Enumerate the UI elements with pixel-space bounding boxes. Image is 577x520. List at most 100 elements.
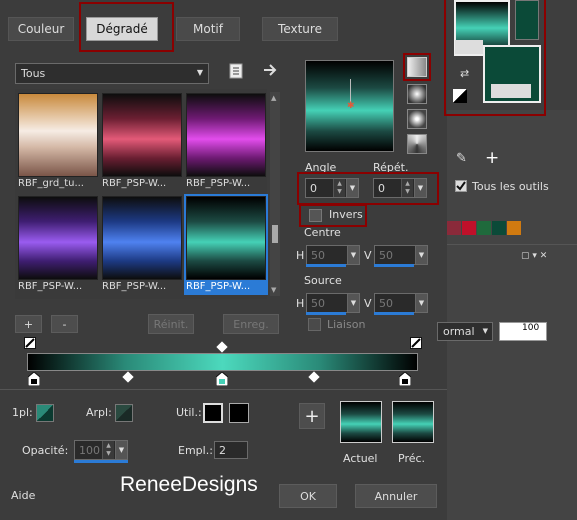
location-label: Empl.: bbox=[178, 444, 213, 457]
gradient-grid: RBF_grd_tu... RBF_PSP-W... RBF_PSP-W... … bbox=[15, 89, 268, 299]
all-tools-checkbox[interactable] bbox=[455, 180, 467, 192]
start-color-swatch[interactable] bbox=[36, 404, 54, 422]
ok-button[interactable]: OK bbox=[279, 484, 337, 508]
plus-icon[interactable]: + bbox=[485, 148, 499, 168]
opacity-value: 100 bbox=[79, 443, 100, 457]
angle-input[interactable]: 0 ▲ ▼ ▼ bbox=[305, 178, 359, 198]
grid-scrollbar[interactable]: ▲ ▼ bbox=[270, 92, 280, 296]
color-swatch[interactable] bbox=[477, 221, 491, 235]
location-input[interactable]: 2 bbox=[214, 441, 248, 459]
start-marker-icon[interactable] bbox=[24, 337, 36, 349]
color-swatch[interactable] bbox=[462, 221, 476, 235]
chevron-down-icon[interactable]: ▼ bbox=[347, 294, 359, 312]
foreground-solid-swatch[interactable] bbox=[515, 0, 539, 40]
previous-gradient-swatch[interactable] bbox=[392, 401, 434, 443]
link-checkbox[interactable] bbox=[308, 318, 321, 331]
chevron-down-icon[interactable]: ▼ bbox=[415, 246, 427, 264]
blend-mode-select[interactable]: ormal ▼ bbox=[437, 322, 493, 341]
opacity-stepper[interactable]: ▲ ▼ bbox=[102, 441, 114, 459]
scroll-up-icon[interactable]: ▲ bbox=[271, 94, 276, 102]
eyedropper-icon[interactable]: ✎ bbox=[456, 151, 467, 166]
swatch-row bbox=[447, 221, 537, 235]
gradient-thumb[interactable]: RBF_PSP-W... bbox=[102, 93, 182, 190]
scrollbar-thumb[interactable] bbox=[272, 225, 278, 243]
end-color-swatch[interactable] bbox=[115, 404, 133, 422]
center-h-input[interactable]: 50 ▼ bbox=[306, 245, 360, 265]
chevron-down-icon[interactable]: ▼ bbox=[115, 441, 127, 459]
gradient-thumb[interactable]: RBF_grd_tu... bbox=[18, 93, 98, 190]
category-select[interactable]: Tous ▼ bbox=[15, 63, 209, 84]
use-foreground-swatch[interactable] bbox=[203, 403, 223, 423]
add-to-swatches-button[interactable]: + bbox=[299, 403, 325, 429]
chevron-down-icon[interactable]: ▼ bbox=[346, 179, 358, 197]
watermark: ReneeDesigns bbox=[120, 473, 258, 496]
repeat-stepper[interactable]: ▲ ▼ bbox=[401, 179, 413, 197]
sunburst-style-icon[interactable] bbox=[407, 109, 427, 129]
swap-colors-icon[interactable]: ⇄ bbox=[460, 67, 469, 80]
color-swatch[interactable] bbox=[447, 221, 461, 235]
chevron-down-icon[interactable]: ▼ bbox=[347, 246, 359, 264]
chevron-down-icon: ▼ bbox=[196, 68, 203, 77]
color-stop-middle[interactable] bbox=[215, 371, 229, 387]
current-gradient-swatch[interactable] bbox=[340, 401, 382, 443]
color-swatch[interactable] bbox=[492, 221, 506, 235]
color-stop-end[interactable] bbox=[398, 371, 412, 387]
previous-label: Préc. bbox=[398, 452, 426, 465]
invert-checkbox[interactable] bbox=[309, 209, 322, 222]
gradient-editor-bar[interactable] bbox=[27, 353, 418, 371]
divider bbox=[0, 389, 447, 390]
radial-style-icon[interactable] bbox=[407, 134, 427, 154]
source-h-slider[interactable] bbox=[306, 312, 346, 315]
end-marker-icon[interactable] bbox=[410, 337, 422, 349]
source-label: Source bbox=[304, 274, 342, 287]
midpoint-diamond-icon[interactable] bbox=[216, 341, 228, 353]
midpoint-diamond-icon[interactable] bbox=[308, 371, 320, 383]
remove-stop-button[interactable]: - bbox=[51, 315, 78, 333]
gradient-thumb[interactable]: RBF_PSP-W... bbox=[186, 93, 266, 190]
opacity-input[interactable]: 100 ▲ ▼ ▼ bbox=[74, 440, 128, 460]
arrow-right-icon[interactable] bbox=[262, 62, 278, 78]
center-marker-icon[interactable]: ✱ bbox=[347, 101, 355, 111]
gradient-thumb[interactable]: RBF_PSP-W... bbox=[18, 196, 98, 293]
rectangular-style-icon[interactable] bbox=[407, 84, 427, 104]
color-swatch[interactable] bbox=[507, 221, 521, 235]
bg-style-buttons[interactable] bbox=[491, 84, 531, 98]
layer-opacity-field[interactable]: 100 bbox=[499, 322, 547, 341]
chevron-down-icon[interactable]: ▼ bbox=[415, 294, 427, 312]
gradient-thumb[interactable]: RBF_PSP-W... bbox=[102, 196, 182, 293]
source-v-input[interactable]: 50 ▼ bbox=[374, 293, 428, 313]
invert-label: Invers bbox=[329, 208, 363, 221]
reset-colors-icon[interactable] bbox=[453, 89, 467, 103]
fg-style-buttons[interactable] bbox=[455, 40, 483, 54]
scroll-down-icon[interactable]: ▼ bbox=[271, 286, 276, 294]
help-label[interactable]: Aide bbox=[11, 489, 35, 502]
tab-motif[interactable]: Motif bbox=[176, 17, 240, 41]
center-h-slider[interactable] bbox=[306, 264, 346, 267]
opacity-slider[interactable] bbox=[74, 460, 128, 463]
save-button[interactable]: Enreg. bbox=[223, 314, 279, 334]
use-background-swatch[interactable] bbox=[229, 403, 249, 423]
gradient-thumb-selected[interactable]: RBF_PSP-W... bbox=[184, 194, 268, 295]
repeat-input[interactable]: 0 ▲ ▼ ▼ bbox=[373, 178, 427, 198]
gradient-file-icon[interactable] bbox=[228, 63, 244, 79]
reset-button[interactable]: Réinit. bbox=[148, 314, 194, 334]
tab-degrade[interactable]: Dégradé bbox=[86, 17, 158, 41]
add-stop-button[interactable]: + bbox=[15, 315, 42, 333]
color-stop-start[interactable] bbox=[27, 371, 41, 387]
tab-couleur[interactable]: Couleur bbox=[8, 17, 74, 41]
center-v-slider[interactable] bbox=[374, 264, 414, 267]
source-h-input[interactable]: 50 ▼ bbox=[306, 293, 360, 313]
gradient-preview[interactable]: ✱ bbox=[305, 60, 394, 152]
source-v-slider[interactable] bbox=[374, 312, 414, 315]
angle-stepper[interactable]: ▲ ▼ bbox=[333, 179, 345, 197]
center-v-input[interactable]: 50 ▼ bbox=[374, 245, 428, 265]
gradient-label: RBF_grd_tu... bbox=[18, 178, 84, 189]
cancel-button[interactable]: Annuler bbox=[355, 484, 437, 508]
midpoint-diamond-icon[interactable] bbox=[122, 371, 134, 383]
chevron-down-icon[interactable]: ▼ bbox=[414, 179, 426, 197]
use-label: Util.: bbox=[176, 406, 202, 419]
source-h-label: H bbox=[296, 297, 305, 310]
linear-style-icon[interactable] bbox=[407, 57, 427, 77]
window-icons[interactable]: ▢ ▾ ✕ bbox=[521, 251, 547, 261]
tab-texture[interactable]: Texture bbox=[262, 17, 338, 41]
